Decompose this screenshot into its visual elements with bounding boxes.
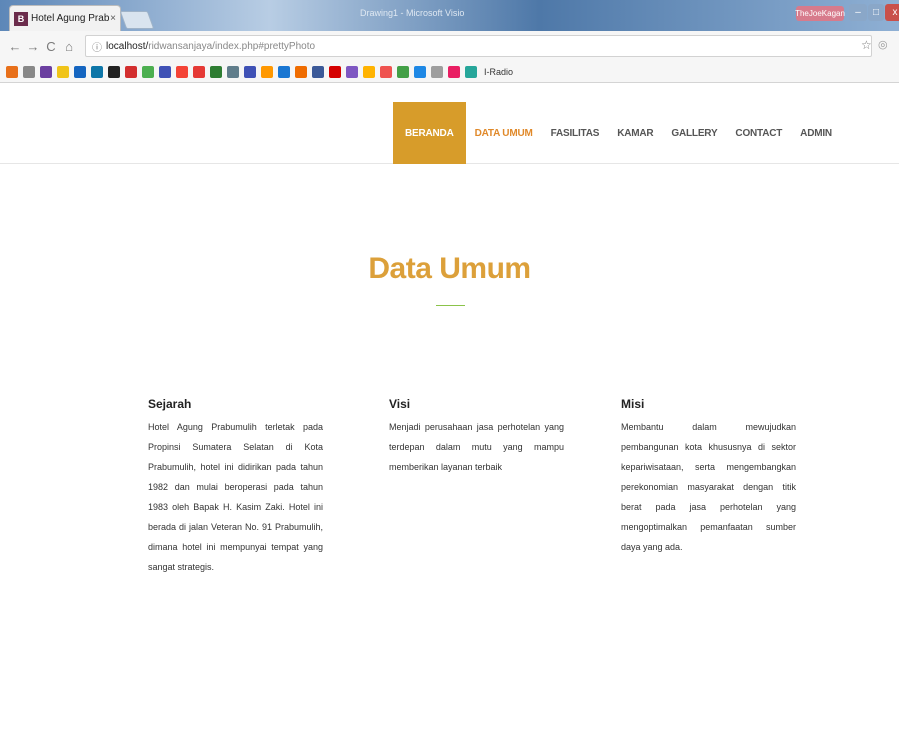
- bookmark-icon[interactable]: [6, 65, 18, 78]
- tab-title: Hotel Agung Prabumulih: [31, 13, 110, 24]
- sejarah-section: Sejarah Hotel Agung Prabumulih terletak …: [148, 397, 323, 577]
- bookmark-icon[interactable]: [312, 65, 324, 78]
- nav-item-admin[interactable]: ADMIN: [791, 102, 841, 164]
- url-host: localhost/: [106, 40, 149, 52]
- nav-item-fasilitas[interactable]: FASILITAS: [542, 102, 609, 164]
- section-body: Membantu dalam mewujudkan pembangunan ko…: [621, 422, 796, 552]
- bookmark-icon[interactable]: [278, 65, 290, 78]
- section-heading: Misi: [621, 397, 645, 411]
- bookmark-icon[interactable]: [108, 65, 120, 78]
- bookmark-icon[interactable]: [159, 65, 171, 78]
- nav-item-gallery[interactable]: GALLERY: [662, 102, 726, 164]
- site-header: BERANDA DATA UMUM FASILITAS KAMAR GALLER…: [0, 102, 899, 164]
- bookmark-icon[interactable]: [346, 65, 358, 78]
- bookmark-icon[interactable]: [23, 65, 35, 78]
- address-bar: ← → C ⌂ ⓘ localhost/ ridwansanjaya/index…: [0, 31, 899, 61]
- nav-item-kamar[interactable]: KAMAR: [608, 102, 662, 164]
- bookmark-icon[interactable]: [448, 65, 460, 78]
- section-body: Hotel Agung Prabumulih terletak pada Pro…: [148, 422, 323, 572]
- bookmark-icon[interactable]: [414, 65, 426, 78]
- window-title: Drawing1 - Microsoft Visio: [360, 8, 465, 18]
- bookmark-label[interactable]: I-Radio: [484, 67, 513, 77]
- star-icon[interactable]: ☆: [861, 38, 872, 52]
- bookmark-icon[interactable]: [210, 65, 222, 78]
- bookmark-icon[interactable]: [57, 65, 69, 78]
- site-favicon-icon: B: [14, 11, 28, 26]
- url-input[interactable]: ⓘ localhost/ ridwansanjaya/index.php#pre…: [85, 35, 872, 57]
- maximize-icon[interactable]: □: [868, 4, 884, 21]
- new-tab-button[interactable]: [119, 11, 155, 29]
- main-nav: BERANDA DATA UMUM FASILITAS KAMAR GALLER…: [393, 102, 841, 164]
- section-heading: Visi: [389, 397, 411, 411]
- bookmark-icon[interactable]: [91, 65, 103, 78]
- bookmark-icon[interactable]: [193, 65, 205, 78]
- bookmark-icon[interactable]: [125, 65, 137, 78]
- bookmarks-bar: I-Radio: [0, 61, 899, 83]
- bookmark-icon[interactable]: [227, 65, 239, 78]
- forward-arrow-icon[interactable]: →: [24, 39, 42, 54]
- page-title: Data Umum: [368, 252, 531, 285]
- bookmark-icon[interactable]: [363, 65, 375, 78]
- bookmark-icon[interactable]: [40, 65, 52, 78]
- title-divider: [436, 305, 465, 306]
- nav-item-data-umum[interactable]: DATA UMUM: [466, 102, 542, 164]
- nav-item-contact[interactable]: CONTACT: [726, 102, 791, 164]
- misi-section: Misi Membantu dalam mewujudkan pembangun…: [621, 397, 796, 557]
- browser-titlebar: B Hotel Agung Prabumulih × Drawing1 - Mi…: [0, 0, 899, 31]
- tab-close-icon[interactable]: ×: [110, 13, 116, 24]
- info-icon[interactable]: ⓘ: [92, 39, 102, 54]
- home-icon[interactable]: ⌂: [60, 39, 78, 54]
- bookmark-icon[interactable]: [380, 65, 392, 78]
- visi-section: Visi Menjadi perusahaan jasa perhotelan …: [389, 397, 564, 477]
- bookmark-icon[interactable]: [465, 65, 477, 78]
- reload-icon[interactable]: C: [42, 39, 60, 54]
- window-user-badge[interactable]: TheJoeKagan: [795, 6, 845, 21]
- bookmark-icon[interactable]: [244, 65, 256, 78]
- bookmark-icon[interactable]: [261, 65, 273, 78]
- bookmark-icon[interactable]: [295, 65, 307, 78]
- close-window-icon[interactable]: x: [885, 4, 899, 21]
- bookmark-icon[interactable]: [176, 65, 188, 78]
- extension-icon[interactable]: ◎: [878, 38, 888, 51]
- back-arrow-icon[interactable]: ←: [6, 39, 24, 54]
- section-heading: Sejarah: [148, 397, 192, 411]
- bookmark-icon[interactable]: [397, 65, 409, 78]
- browser-tab[interactable]: B Hotel Agung Prabumulih ×: [9, 5, 121, 31]
- section-body: Menjadi perusahaan jasa perhotelan yang …: [389, 422, 564, 472]
- minimize-icon[interactable]: –: [849, 4, 867, 21]
- bookmark-icon[interactable]: [142, 65, 154, 78]
- bookmark-icon[interactable]: [74, 65, 86, 78]
- nav-item-beranda[interactable]: BERANDA: [393, 102, 466, 164]
- bookmark-icon[interactable]: [431, 65, 443, 78]
- url-path: ridwansanjaya/index.php#prettyPhoto: [148, 40, 316, 52]
- bookmark-icon[interactable]: [329, 65, 341, 78]
